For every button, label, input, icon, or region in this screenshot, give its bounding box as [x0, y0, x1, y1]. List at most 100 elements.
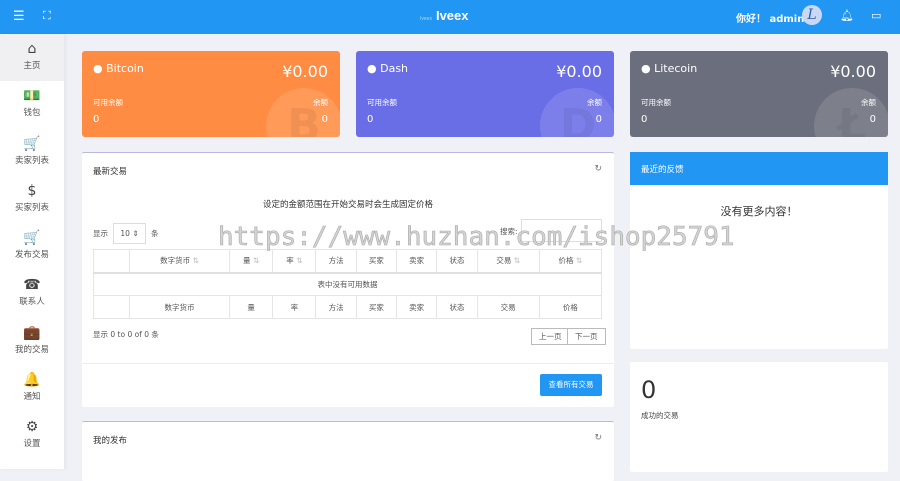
table-info: 显示 0 to 0 of 0 条 [93, 330, 159, 339]
available-label: 可用余额 [641, 98, 671, 107]
fullscreen-icon[interactable]: ⛶ [43, 9, 51, 23]
table-footer-row: 数字货币 量 率 方法 买家 卖家 状态 交易 价格 [93, 295, 603, 319]
sidebar-label: 联系人 [19, 297, 45, 308]
search-label: 搜索: [500, 227, 518, 236]
sidebar-item-home[interactable]: ⌂ 主页 [0, 34, 64, 82]
sidebar-label: 卖家列表 [14, 155, 49, 166]
sidebar-label: 设置 [23, 439, 41, 450]
col-currency[interactable]: 数字货币 ⇅ [129, 249, 230, 274]
wallet-card-bitcoin[interactable]: B ● Bitcoin ¥0.00 可用余额 0 余额 0 [82, 51, 340, 137]
wallet-name: ● Bitcoin [93, 62, 144, 75]
username[interactable]: admin [769, 14, 804, 25]
wallet-amount: ¥0.00 [830, 62, 876, 81]
refresh-icon[interactable]: ↻ [594, 433, 602, 443]
footer-cell: 状态 [436, 295, 478, 319]
col-buyer: 买家 [355, 249, 398, 274]
brand-name: Iveex [435, 8, 469, 23]
sidebar-label: 通知 [23, 392, 41, 403]
show-label: 显示 [93, 229, 108, 238]
home-icon: ⌂ [27, 41, 37, 57]
page-size-select[interactable]: 10 ⇕ [113, 223, 146, 244]
my-posts-panel: 我的发布 ↻ [82, 421, 614, 481]
entries-label: 条 [151, 229, 159, 238]
phone-icon: ☎ [23, 277, 41, 294]
col-trade[interactable]: 交易 ⇅ [476, 249, 540, 274]
cart-plus-icon: 🛒 [23, 230, 41, 247]
sidebar-item-notifications[interactable]: 🔔 通知 [0, 365, 64, 412]
next-page-button[interactable]: 下一页 [567, 328, 606, 345]
wallet-amount: ¥0.00 [556, 62, 602, 81]
available-value: 0 [367, 114, 374, 125]
col-status: 状态 [436, 249, 478, 274]
col-price[interactable]: 价格 ⇅ [538, 249, 603, 274]
trades-table: 数字货币 ⇅ 量 ⇅ 率 ⇅ 方法 买家 卖家 状态 交易 ⇅ 价格 ⇅ 表中没… [93, 249, 603, 319]
menu-icon[interactable]: ☰ [13, 9, 25, 24]
col-seller: 卖家 [396, 249, 438, 274]
table-row: 表中没有可用数据 [93, 272, 602, 296]
search-input[interactable] [521, 219, 602, 242]
footer-cell: 量 [228, 295, 274, 319]
bell-icon: 🔔 [23, 372, 41, 389]
col-amount[interactable]: 量 ⇅ [228, 249, 274, 274]
dollar-icon: $ [27, 182, 37, 199]
bell-icon[interactable]: 🔔︎ [840, 9, 854, 22]
balance-label: 余额 [861, 98, 876, 107]
bitcoin-icon: ● [93, 62, 103, 75]
balance-label: 余额 [587, 98, 602, 107]
brand-small: Iveex [420, 16, 432, 22]
wallet-card-dash[interactable]: D ● Dash ¥0.00 可用余额 0 余额 0 [356, 51, 614, 137]
prev-page-button[interactable]: 上一页 [531, 328, 570, 345]
sidebar-label: 主页 [23, 61, 41, 71]
dash-icon: D [540, 88, 614, 137]
wallet-card-litecoin[interactable]: Ł ● Litecoin ¥0.00 可用余额 0 余额 0 [630, 51, 888, 137]
sidebar: ⌂ 主页 💵 钱包 🛒 卖家列表 $ 买家列表 🛒 发布交易 ☎ 联系人 💼 我的交易 🔔 通知… [0, 34, 64, 469]
sidebar-item-post-trade[interactable]: 🛒 发布交易 [0, 223, 64, 270]
footer-cell: 价格 [538, 295, 603, 319]
panel-title: 我的发布 [93, 436, 128, 446]
wallet-name: ● Litecoin [641, 62, 698, 75]
greeting-text: 你好！ [736, 14, 766, 25]
col-rate[interactable]: 率 ⇅ [272, 249, 317, 274]
sidebar-label: 钱包 [23, 108, 41, 119]
balance-value: 0 [595, 114, 602, 125]
sidebar-item-my-trades[interactable]: 💼 我的交易 [0, 318, 64, 365]
footer-cell: 数字货币 [129, 295, 230, 319]
dash-icon: ● [367, 62, 377, 75]
refresh-icon[interactable]: ↻ [594, 164, 602, 174]
sidebar-item-settings[interactable]: ⚙ 设置 [0, 412, 64, 459]
price-note: 设定的金额范围在开始交易时会生成固定价格 [262, 200, 433, 210]
sidebar-label: 买家列表 [14, 202, 49, 213]
balance-value: 0 [321, 114, 328, 125]
view-all-trades-button[interactable]: 查看所有交易 [540, 374, 602, 396]
col-method: 方法 [315, 249, 357, 274]
success-label: 成功的交易 [641, 411, 679, 420]
empty-message: 表中没有可用数据 [93, 272, 602, 296]
bitcoin-icon: B [266, 88, 340, 137]
page-size-value: 10 [120, 229, 130, 238]
footer-cell: 交易 [476, 295, 540, 319]
success-count: 0 [641, 376, 657, 404]
sidebar-item-sellers[interactable]: 🛒 卖家列表 [0, 129, 64, 176]
sidebar-item-buyers[interactable]: $ 买家列表 [0, 176, 64, 223]
wallet-name: ● Dash [367, 62, 409, 75]
footer-cell: 买家 [355, 295, 398, 319]
sidebar-item-wallet[interactable]: 💵 钱包 [0, 81, 64, 128]
footer-cell: 卖家 [396, 295, 438, 319]
page-size-control: 显示 10 ⇕ 条 [93, 223, 159, 244]
sidebar-label: 发布交易 [14, 250, 49, 261]
litecoin-icon: Ł [814, 88, 888, 137]
litecoin-icon: ● [641, 62, 651, 75]
footer-cell: 率 [272, 295, 317, 319]
panel-title: 最新交易 [93, 167, 128, 177]
monitor-icon[interactable]: ▭ [871, 9, 881, 22]
money-icon: 💵 [23, 88, 41, 105]
top-bar: ☰ ⛶ Iveex Iveex 你好！ admin L 🔔︎ ▭ [0, 0, 900, 34]
brand-logo[interactable]: Iveex Iveex [420, 8, 469, 23]
avatar[interactable]: L [802, 5, 822, 25]
available-value: 0 [93, 114, 100, 125]
sidebar-label: 我的交易 [14, 344, 49, 355]
empty-feedback: 没有更多内容！ [720, 205, 798, 218]
feedback-panel: 最近的反馈 没有更多内容！ [630, 152, 888, 349]
sidebar-item-contacts[interactable]: ☎ 联系人 [0, 270, 64, 317]
available-value: 0 [641, 114, 648, 125]
